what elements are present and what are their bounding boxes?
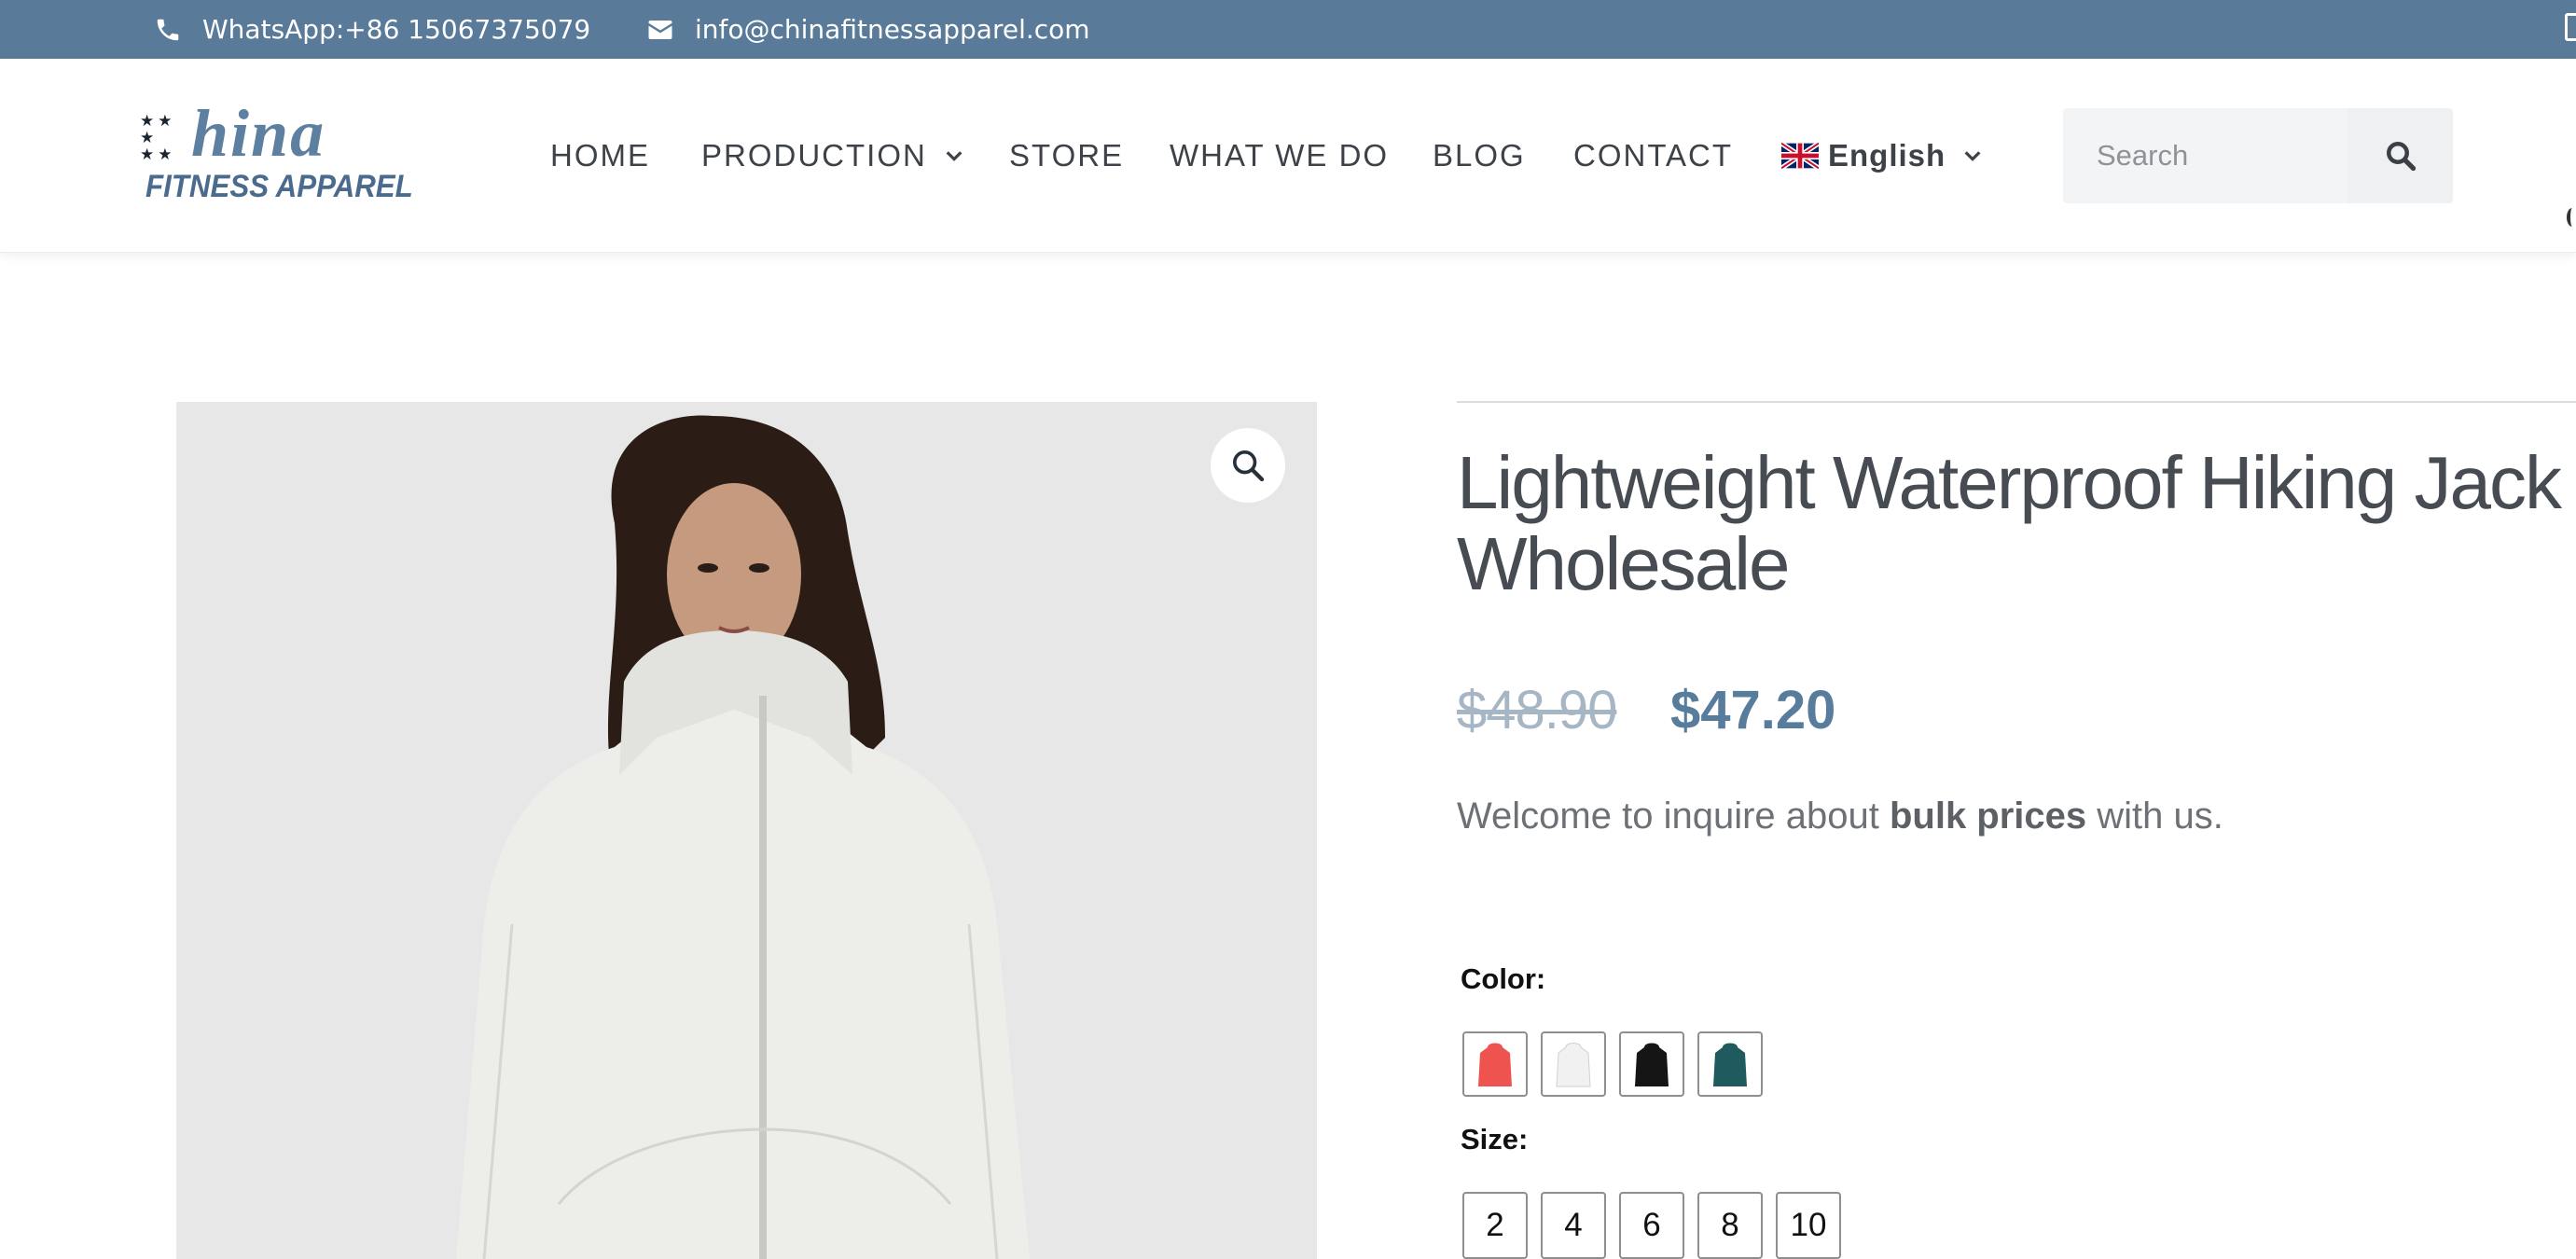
color-swatch-red[interactable] bbox=[1462, 1031, 1528, 1097]
product-title: Lightweight Waterproof Hiking Jack Whole… bbox=[1457, 441, 2562, 605]
product-image[interactable] bbox=[176, 402, 1317, 1259]
size-options: 2 4 6 8 10 bbox=[1462, 1192, 1841, 1259]
color-swatch-white[interactable] bbox=[1541, 1031, 1606, 1097]
whatsapp-contact[interactable]: WhatsApp:+86 15067375079 bbox=[154, 0, 590, 59]
phone-icon bbox=[157, 19, 179, 40]
top-contact-bar: WhatsApp:+86 15067375079 info@chinafitne… bbox=[0, 0, 2576, 59]
size-option[interactable]: 8 bbox=[1697, 1192, 1763, 1259]
search-box bbox=[2063, 108, 2453, 203]
size-label: Size: bbox=[1461, 1123, 1529, 1155]
email-text: info@chinafitnessapparel.com bbox=[695, 14, 1090, 45]
account-icon[interactable] bbox=[2567, 208, 2576, 227]
nav-store[interactable]: STORE bbox=[1009, 59, 1124, 253]
size-option[interactable]: 4 bbox=[1541, 1192, 1606, 1259]
whatsapp-text: WhatsApp:+86 15067375079 bbox=[202, 14, 591, 45]
hoodie-icon bbox=[1713, 1043, 1747, 1086]
nav-contact[interactable]: CONTACT bbox=[1573, 59, 1733, 253]
search-input[interactable] bbox=[2063, 108, 2347, 203]
jacket-model-photo bbox=[176, 402, 1317, 1259]
color-swatches bbox=[1462, 1031, 1763, 1097]
sale-price: $47.20 bbox=[1670, 680, 1836, 740]
bulk-inquiry-text: Welcome to inquire about bulk prices wit… bbox=[1457, 796, 2223, 837]
site-logo[interactable]: ★★ ★ ★★ hina FITNESS APPAREL bbox=[140, 96, 413, 217]
size-option[interactable]: 2 bbox=[1462, 1192, 1528, 1259]
color-label: Color: bbox=[1461, 962, 1546, 995]
email-contact[interactable]: info@chinafitnessapparel.com bbox=[646, 0, 1090, 59]
nav-blog[interactable]: BLOG bbox=[1433, 59, 1526, 253]
summary-divider bbox=[1457, 401, 2576, 403]
color-swatch-teal[interactable] bbox=[1697, 1031, 1763, 1097]
social-icon[interactable] bbox=[2565, 13, 2576, 41]
hoodie-icon bbox=[1556, 1043, 1591, 1087]
chevron-down-icon bbox=[1964, 151, 1981, 161]
logo-word: hina bbox=[191, 96, 339, 171]
nav-home[interactable]: HOME bbox=[550, 59, 650, 253]
logo-stars-icon: ★★ ★ ★★ bbox=[140, 112, 176, 164]
original-price: $48.90 bbox=[1457, 680, 1617, 740]
logo-subtitle: FITNESS APPAREL bbox=[145, 169, 413, 204]
nav-what-we-do[interactable]: WHAT WE DO bbox=[1170, 59, 1389, 253]
language-switcher[interactable]: English bbox=[1781, 59, 1983, 253]
size-option[interactable]: 10 bbox=[1776, 1192, 1841, 1259]
uk-flag-icon bbox=[1781, 143, 1819, 169]
hoodie-icon bbox=[1635, 1043, 1669, 1086]
color-swatch-black[interactable] bbox=[1619, 1031, 1684, 1097]
chevron-down-icon bbox=[946, 151, 963, 161]
size-option[interactable]: 6 bbox=[1619, 1192, 1684, 1259]
zoom-button[interactable] bbox=[1211, 428, 1285, 503]
search-button[interactable] bbox=[2347, 108, 2453, 203]
search-icon bbox=[2386, 142, 2416, 172]
magnifier-icon bbox=[1233, 450, 1265, 482]
nav-production[interactable]: PRODUCTION bbox=[701, 59, 964, 253]
hoodie-icon bbox=[1478, 1043, 1512, 1086]
envelope-icon bbox=[648, 20, 672, 39]
